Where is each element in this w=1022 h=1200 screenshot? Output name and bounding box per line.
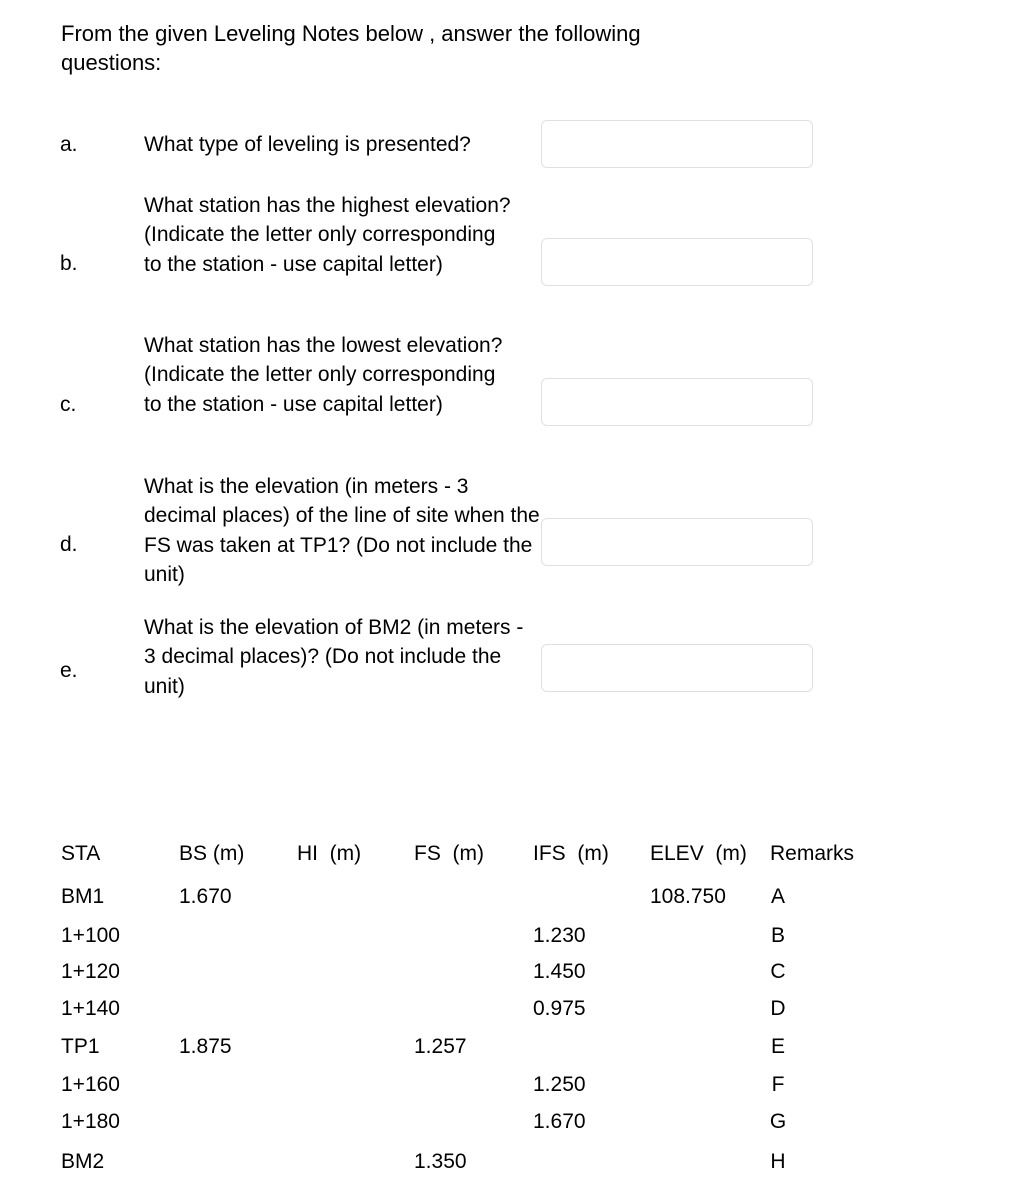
question-e-letter: e. (60, 659, 78, 682)
header-bs: BS (m) (179, 842, 245, 865)
answer-a-input[interactable] (541, 120, 813, 168)
cell-sta: BM1 (61, 885, 105, 908)
answer-b-input[interactable] (541, 238, 813, 286)
question-b-text: What station has the highest elevation? … (144, 194, 511, 276)
cell-remarks: D (770, 997, 786, 1020)
cell-bs: 1.875 (179, 1035, 232, 1058)
question-b-letter: b. (60, 252, 78, 275)
cell-remarks: E (770, 1035, 785, 1058)
cell-ifs: 1.670 (533, 1110, 586, 1133)
cell-sta: 1+160 (61, 1073, 120, 1096)
answer-e-input[interactable] (541, 644, 813, 692)
cell-fs: 1.350 (414, 1150, 467, 1173)
cell-bs: 1.670 (179, 885, 232, 908)
cell-remarks: G (769, 1110, 787, 1133)
cell-fs: 1.257 (414, 1035, 467, 1058)
cell-sta: 1+180 (61, 1110, 120, 1133)
header-remarks: Remarks (770, 842, 855, 865)
cell-elev: 108.750 (650, 885, 726, 908)
cell-remarks: F (771, 1073, 785, 1096)
header-ifs: IFS (m) (533, 842, 609, 865)
cell-sta: 1+100 (61, 924, 120, 947)
header-hi: HI (m) (297, 842, 362, 865)
cell-sta: 1+140 (61, 997, 120, 1020)
cell-sta: 1+120 (61, 960, 120, 983)
question-c-text: What station has the lowest elevation? (… (144, 334, 503, 416)
cell-remarks: H (770, 1150, 786, 1173)
cell-sta: TP1 (61, 1035, 100, 1058)
question-d-letter: d. (60, 533, 78, 556)
header-fs: FS (m) (414, 842, 484, 865)
cell-ifs: 0.975 (533, 997, 586, 1020)
cell-remarks: B (770, 924, 785, 947)
question-a-text: What type of leveling is presented? (144, 133, 471, 156)
question-d-text: What is the elevation (in meters - 3 dec… (144, 475, 540, 586)
header-sta: STA (61, 842, 101, 865)
answer-c-input[interactable] (541, 378, 813, 426)
question-e-text: What is the elevation of BM2 (in meters … (144, 616, 524, 698)
instructions-text: From the given Leveling Notes below , an… (61, 21, 641, 75)
answer-d-input[interactable] (541, 518, 813, 566)
cell-ifs: 1.250 (533, 1073, 586, 1096)
cell-ifs: 1.450 (533, 960, 586, 983)
cell-sta: BM2 (61, 1150, 105, 1173)
cell-remarks: A (770, 885, 785, 908)
question-c-letter: c. (60, 393, 77, 416)
header-elev: ELEV (m) (650, 842, 747, 865)
cell-remarks: C (770, 960, 786, 983)
cell-ifs: 1.230 (533, 924, 586, 947)
question-a-letter: a. (60, 133, 78, 156)
